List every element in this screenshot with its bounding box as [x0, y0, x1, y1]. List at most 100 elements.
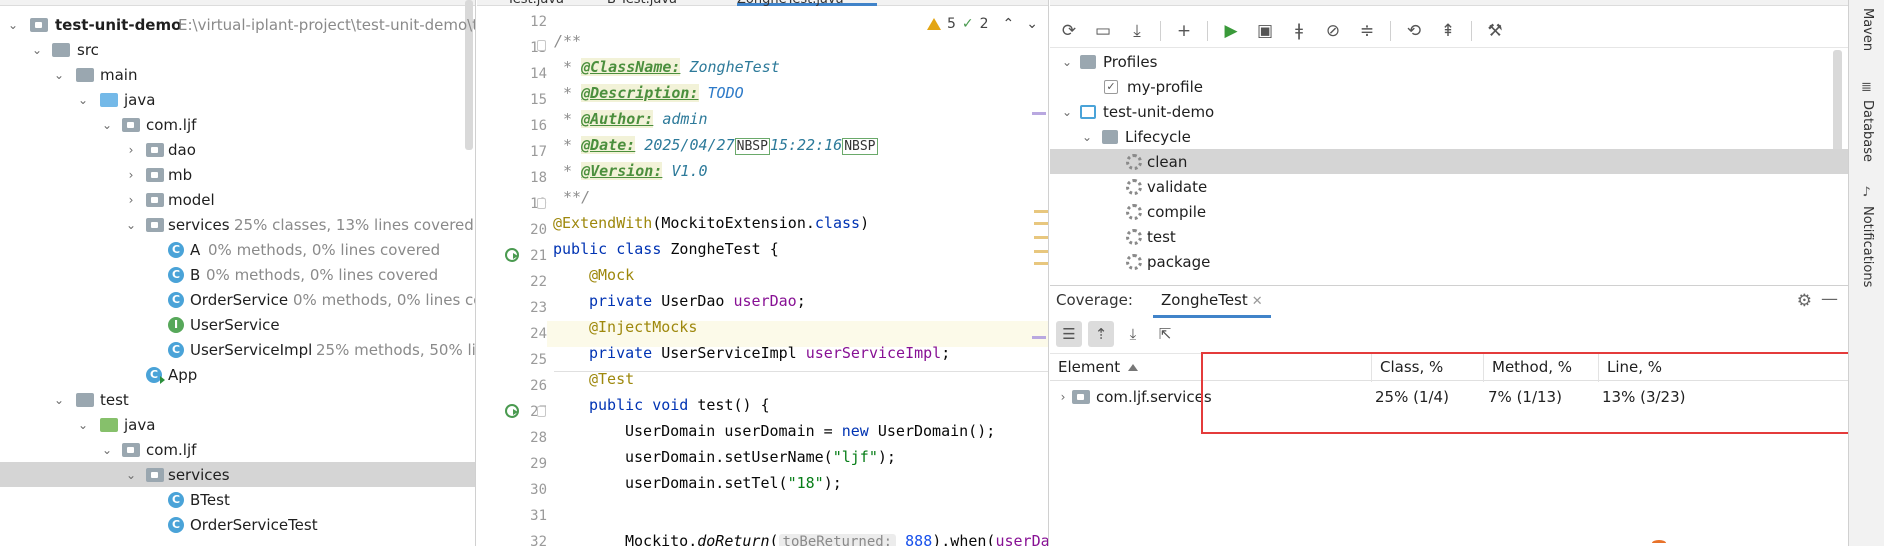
- chevron-down-icon[interactable]: ⌄: [76, 93, 90, 107]
- chevron-down-icon[interactable]: ⌄: [1080, 130, 1094, 144]
- tree-label: OrderServiceTest: [190, 515, 318, 534]
- tree-row-com-ljf[interactable]: ⌄ com.ljf: [0, 112, 475, 137]
- tree-row-root[interactable]: ⌄ test-unit-demo E:\virtual-iplant-proje…: [0, 12, 475, 37]
- maven-panel: ⟳ ▭ ⤓ + ▶ ▣ ǂ ⊘ ≑ ⟲ ⇞ ⚒ ⌄ Profiles ✓ my-…: [1050, 0, 1848, 286]
- plus-icon[interactable]: +: [1173, 20, 1195, 42]
- chevron-down-icon[interactable]: ⌄: [124, 218, 138, 232]
- navigate-up-icon[interactable]: ⇡: [1088, 321, 1114, 347]
- tree-row-test-com-ljf[interactable]: ⌄ com.ljf: [0, 437, 475, 462]
- error-stripe-marker[interactable]: [1034, 210, 1048, 213]
- error-stripe-marker[interactable]: [1032, 112, 1046, 115]
- chevron-down-icon[interactable]: ⌄: [52, 68, 66, 82]
- tree-row-java[interactable]: ⌄ java: [0, 87, 475, 112]
- run-gutter-icon[interactable]: [505, 248, 519, 262]
- error-stripe-marker[interactable]: [1034, 222, 1048, 225]
- maven-goal-label: package: [1147, 252, 1211, 271]
- chevron-right-icon[interactable]: ›: [124, 143, 138, 157]
- tree-row-test-services[interactable]: ⌄ services: [0, 462, 475, 487]
- inspection-widget[interactable]: 5 ✓ 2 ⌃ ⌄: [926, 16, 1038, 32]
- error-stripe-marker[interactable]: [1034, 250, 1048, 253]
- maven-row-profile[interactable]: ✓ my-profile: [1050, 74, 1848, 99]
- maven-project-icon: [1080, 104, 1096, 119]
- chevron-down-icon[interactable]: ⌄: [1026, 16, 1038, 32]
- toggle-offline-icon[interactable]: ǂ: [1288, 20, 1310, 42]
- tree-row-class-a[interactable]: C A 0% methods, 0% lines covered: [0, 237, 475, 262]
- flatten-packages-icon[interactable]: ☰: [1056, 321, 1082, 347]
- chevron-down-icon[interactable]: ⌄: [30, 43, 44, 57]
- maven-goal-label: clean: [1147, 152, 1188, 171]
- tree-row-orderservicetest[interactable]: C OrderServiceTest: [0, 512, 475, 537]
- tree-row-test-java[interactable]: ⌄ java: [0, 412, 475, 437]
- show-deps-icon[interactable]: ⇞: [1437, 20, 1459, 42]
- database-tool-button[interactable]: Database: [1860, 100, 1875, 162]
- maven-goal-package[interactable]: package: [1050, 249, 1848, 274]
- maven-goal-test[interactable]: test: [1050, 224, 1848, 249]
- download-icon[interactable]: ⤓: [1126, 20, 1148, 42]
- tree-label: main: [100, 65, 138, 84]
- minimize-icon[interactable]: —: [1821, 289, 1838, 309]
- fold-toggle-icon[interactable]: [537, 40, 546, 51]
- coverage-tab-label: ZongheTest: [1161, 291, 1248, 309]
- settings-wrench-icon[interactable]: ⚒: [1484, 20, 1506, 42]
- chevron-down-icon[interactable]: ⌄: [1060, 55, 1074, 69]
- tab-zonghetest-java[interactable]: ZongheTest.java: [737, 0, 877, 7]
- skip-tests-icon[interactable]: ⊘: [1322, 20, 1344, 42]
- nbsp-marker: NBSP: [734, 138, 770, 155]
- tree-row-dao[interactable]: › dao: [0, 137, 475, 162]
- reload-icon[interactable]: ⟳: [1058, 20, 1080, 42]
- run-gutter-icon[interactable]: [505, 404, 519, 418]
- settings-gear-icon[interactable]: ⚙: [1797, 291, 1812, 311]
- import-icon[interactable]: ⤓: [1120, 321, 1146, 347]
- code-line-23: private UserDao userDao;: [589, 292, 806, 310]
- chevron-down-icon[interactable]: ⌄: [124, 468, 138, 482]
- profile-checkbox[interactable]: ✓: [1104, 79, 1118, 94]
- chevron-up-icon[interactable]: ⌃: [1003, 16, 1015, 32]
- execute-goal-icon[interactable]: ▣: [1254, 20, 1276, 42]
- tree-row-model[interactable]: › model: [0, 187, 475, 212]
- tree-row-services[interactable]: ⌄ services 25% classes, 13% lines covere…: [0, 212, 475, 237]
- tree-row-class-b[interactable]: C B 0% methods, 0% lines covered: [0, 262, 475, 287]
- tree-row-app[interactable]: C App: [0, 362, 475, 387]
- chevron-right-icon[interactable]: ›: [124, 193, 138, 207]
- close-icon[interactable]: ✕: [1252, 294, 1263, 309]
- run-icon[interactable]: ▶: [1220, 20, 1242, 42]
- maven-row-profiles[interactable]: ⌄ Profiles: [1050, 49, 1848, 74]
- tab-b-test-java[interactable]: B Test.java: [607, 0, 677, 7]
- tree-label: java: [124, 90, 156, 109]
- coverage-tab[interactable]: ZongheTest ✕: [1153, 287, 1271, 318]
- tree-row-userserviceimpl[interactable]: C UserServiceImpl 25% methods, 50% lin: [0, 337, 475, 362]
- chevron-down-icon[interactable]: ⌄: [100, 118, 114, 132]
- error-stripe-marker[interactable]: [1034, 236, 1048, 239]
- collapse-icon[interactable]: ≑: [1356, 20, 1378, 42]
- maven-goal-validate[interactable]: validate: [1050, 174, 1848, 199]
- chevron-down-icon[interactable]: ⌄: [52, 393, 66, 407]
- export-icon[interactable]: ⇱: [1152, 321, 1178, 347]
- maven-row-lifecycle[interactable]: ⌄ Lifecycle: [1050, 124, 1848, 149]
- add-folder-icon[interactable]: ▭: [1092, 20, 1114, 42]
- tree-row-mb[interactable]: › mb: [0, 162, 475, 187]
- tree-row-orderservice[interactable]: C OrderService 0% methods, 0% lines cov: [0, 287, 475, 312]
- fold-toggle-icon[interactable]: [537, 198, 546, 209]
- maven-goal-compile[interactable]: compile: [1050, 199, 1848, 224]
- notifications-tool-button[interactable]: Notifications: [1860, 206, 1875, 287]
- tree-row-src[interactable]: ⌄ src: [0, 37, 475, 62]
- tree-row-main[interactable]: ⌄ main: [0, 62, 475, 87]
- tree-row-userservice[interactable]: I UserService: [0, 312, 475, 337]
- code-editor[interactable]: Test.java B Test.java ZongheTest.java 5 …: [477, 0, 1049, 546]
- tree-row-test[interactable]: ⌄ test: [0, 387, 475, 412]
- analyze-icon[interactable]: ⟲: [1403, 20, 1425, 42]
- chevron-down-icon[interactable]: ⌄: [6, 18, 20, 32]
- error-stripe-marker[interactable]: [1034, 262, 1048, 265]
- chevron-down-icon[interactable]: ⌄: [100, 443, 114, 457]
- chevron-down-icon[interactable]: ⌄: [1060, 105, 1074, 119]
- maven-tool-button[interactable]: Maven: [1860, 8, 1875, 51]
- error-stripe-marker[interactable]: [1032, 336, 1046, 339]
- chevron-right-icon[interactable]: ›: [1056, 390, 1070, 404]
- chevron-right-icon[interactable]: ›: [124, 168, 138, 182]
- chevron-down-icon[interactable]: ⌄: [76, 418, 90, 432]
- maven-row-project[interactable]: ⌄ test-unit-demo: [1050, 99, 1848, 124]
- fold-toggle-icon[interactable]: [537, 406, 546, 417]
- toolbar-divider: [1160, 20, 1161, 41]
- tree-row-btest[interactable]: C BTest: [0, 487, 475, 512]
- maven-goal-clean[interactable]: clean: [1050, 149, 1848, 174]
